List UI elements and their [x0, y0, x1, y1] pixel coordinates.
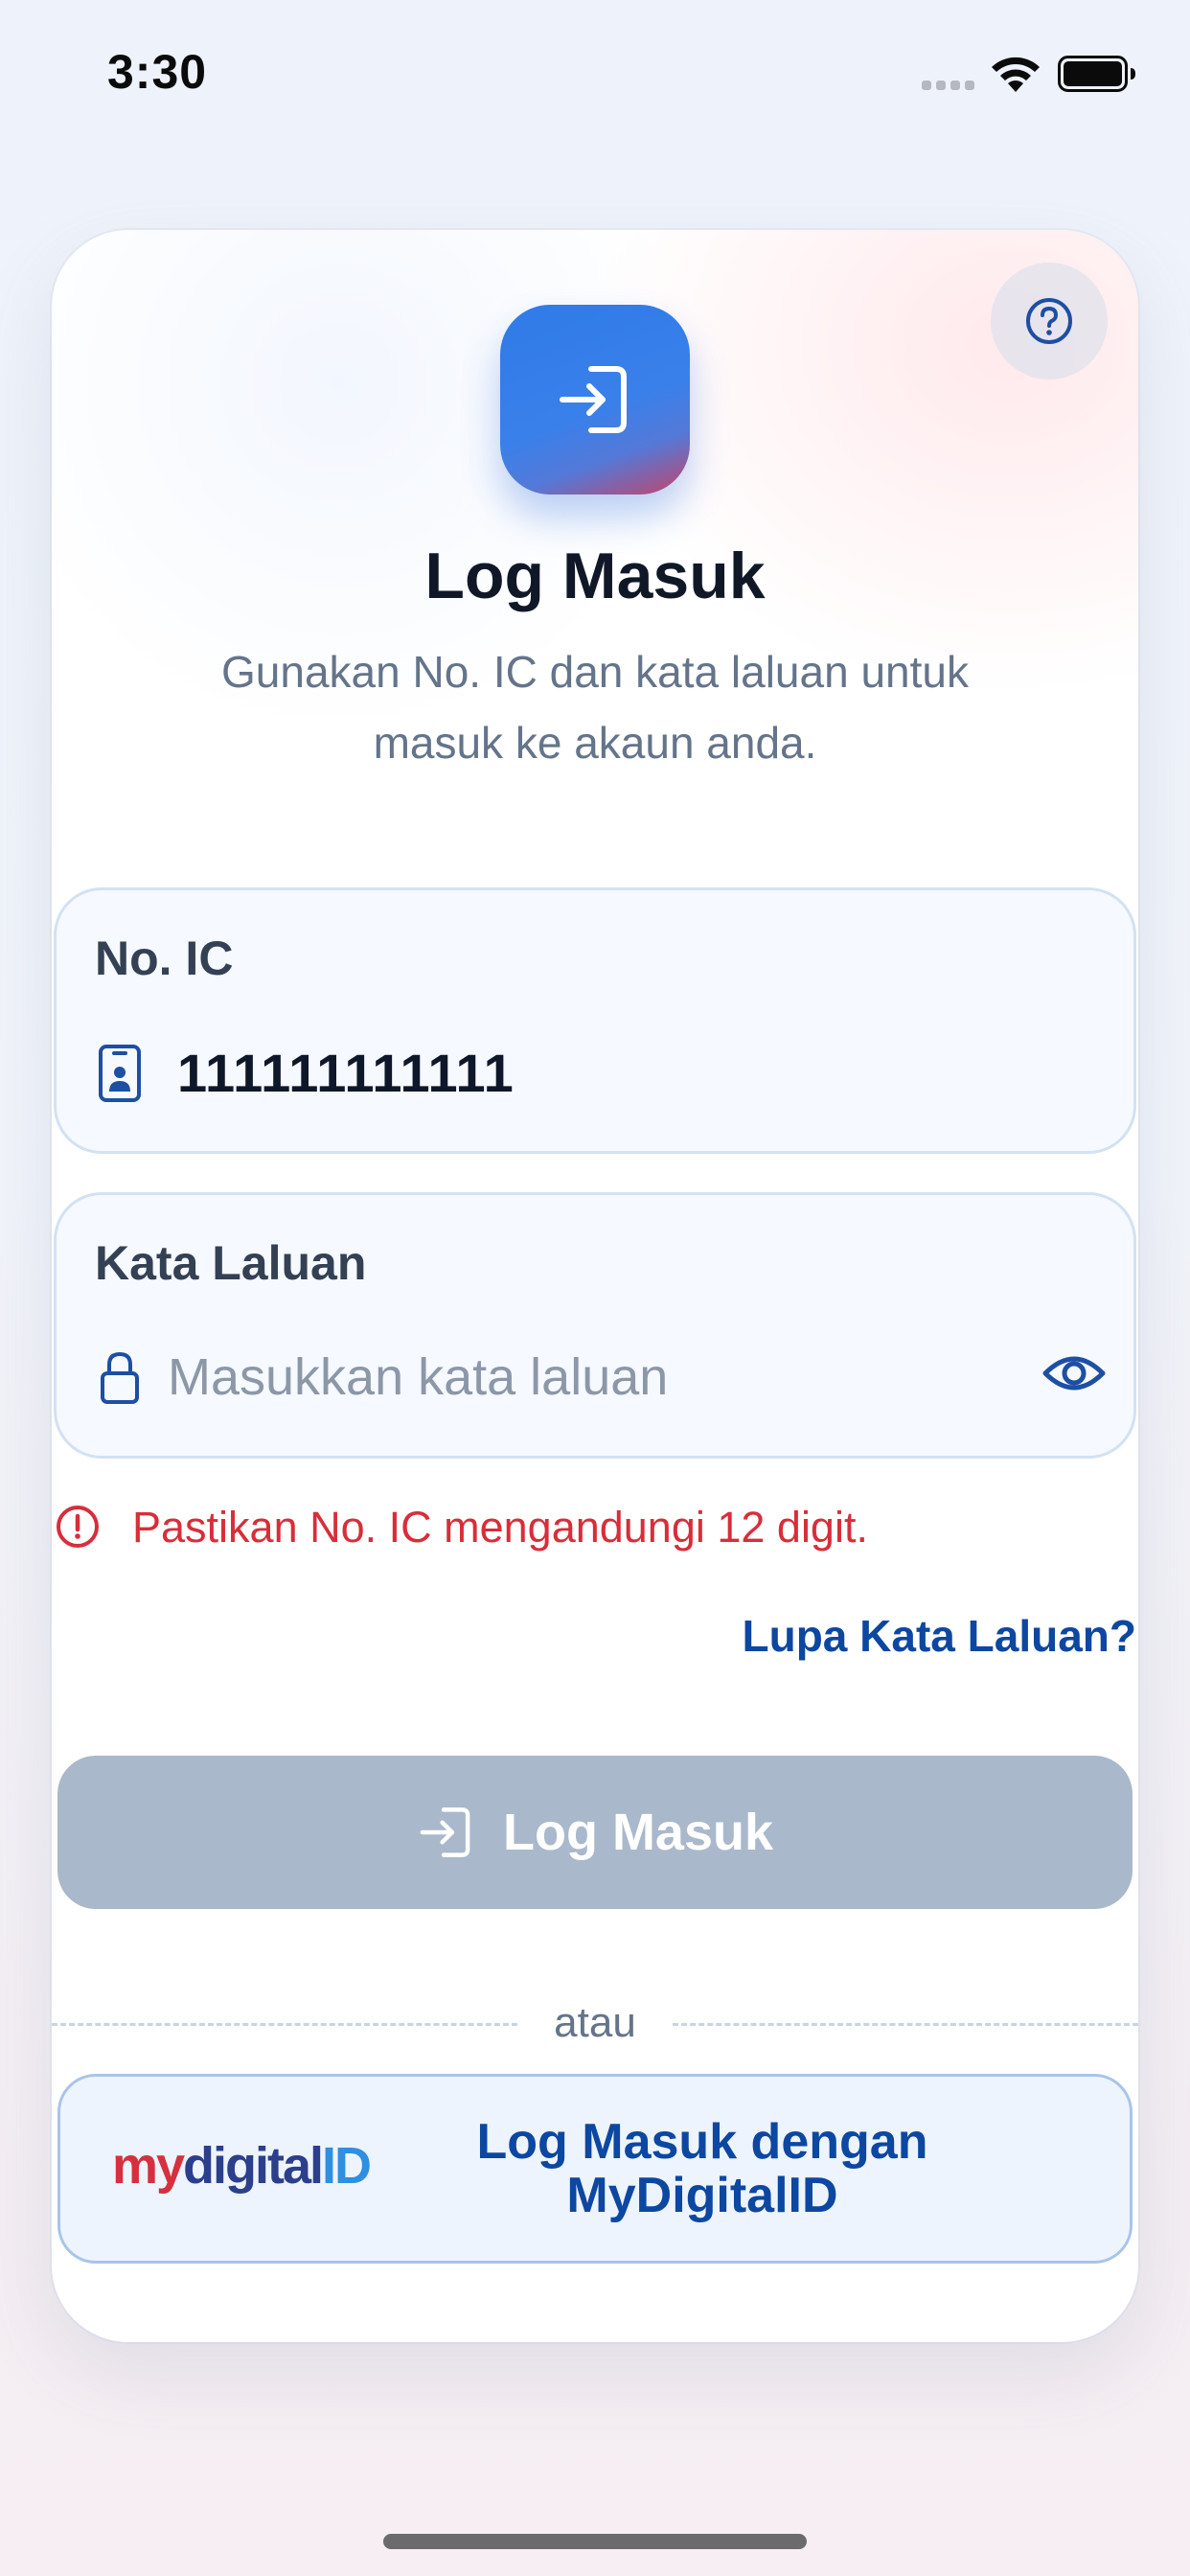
login-button-label: Log Masuk	[502, 1804, 774, 1861]
app-logo	[500, 305, 690, 494]
page-title: Log Masuk	[424, 540, 766, 612]
ic-field[interactable]: No. IC 111111111111	[54, 887, 1136, 1154]
page-subtitle: Gunakan No. IC dan kata laluan untuk mas…	[221, 647, 969, 768]
lock-icon	[101, 1351, 139, 1404]
status-time: 3:30	[107, 45, 208, 99]
password-input[interactable]	[168, 1341, 973, 1414]
home-indicator[interactable]	[383, 2534, 807, 2549]
divider-text: atau	[554, 1999, 636, 2046]
logo-my: my	[112, 2137, 185, 2195]
forgot-password-link[interactable]: Lupa Kata Laluan?	[743, 1610, 1136, 1662]
login-card: Log Masuk Gunakan No. IC dan kata laluan…	[52, 230, 1138, 2342]
help-button[interactable]	[991, 263, 1108, 380]
login-button[interactable]: Log Masuk	[57, 1756, 1133, 1909]
logo-id: ID	[322, 2137, 372, 2195]
login-icon	[560, 366, 627, 433]
ic-field-label: No. IC	[95, 932, 234, 985]
error-message: Pastikan No. IC mengandungi 12 digit.	[56, 1499, 1110, 1556]
error-icon	[57, 1506, 99, 1548]
ic-field-value[interactable]: 111111111111	[177, 1042, 515, 1104]
eye-icon[interactable]	[1041, 1348, 1107, 1398]
error-text: Pastikan No. IC mengandungi 12 digit.	[132, 1503, 868, 1552]
help-icon	[1026, 298, 1072, 344]
mydigitalid-login-button[interactable]: mydigitalID Log Masuk dengan MyDigitalID	[57, 2074, 1133, 2264]
logo-digital: digital	[183, 2137, 324, 2195]
password-field[interactable]: Kata Laluan	[54, 1192, 1136, 1459]
status-bar: 3:30	[0, 0, 1190, 144]
login-button-content: Log Masuk	[417, 1803, 773, 1862]
mydigitalid-logo: mydigitalID	[112, 2130, 372, 2207]
battery-icon	[1058, 56, 1135, 92]
mydigitalid-logo-text: mydigitalID	[112, 2136, 372, 2196]
id-card-icon	[99, 1045, 141, 1102]
login-icon	[420, 1807, 470, 1857]
password-field-label: Kata Laluan	[95, 1236, 367, 1290]
cellular-signal-icon	[922, 80, 975, 92]
wifi-icon	[992, 57, 1040, 92]
mydigitalid-button-label: Log Masuk dengan MyDigitalID	[476, 2114, 928, 2223]
or-divider: atau	[52, 1995, 1138, 2053]
